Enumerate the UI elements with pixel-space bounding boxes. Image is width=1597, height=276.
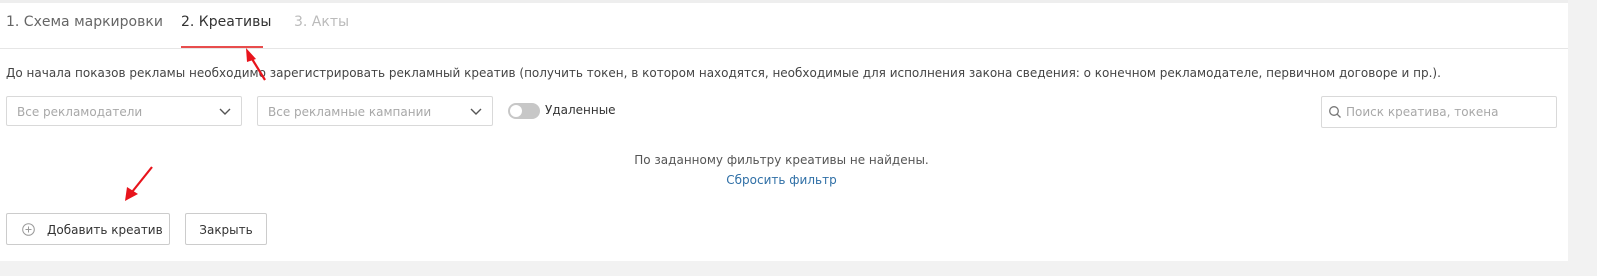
search-icon <box>1329 106 1341 118</box>
chevron-down-icon <box>219 108 231 115</box>
campaigns-select[interactable]: Все рекламные кампании <box>257 96 493 126</box>
close-button[interactable]: Закрыть <box>185 213 267 245</box>
creatives-panel: 1. Схема маркировки 2. Креативы 3. Акты … <box>0 0 1568 261</box>
advertisers-select-value: Все рекламодатели <box>17 105 143 119</box>
toggle-knob <box>510 105 522 117</box>
tab-bar: 1. Схема маркировки 2. Креативы 3. Акты <box>0 0 1568 49</box>
close-label: Закрыть <box>199 223 253 237</box>
annotation-arrow-add <box>125 166 153 201</box>
advertisers-select[interactable]: Все рекламодатели <box>6 96 242 126</box>
add-creative-label: Добавить креатив <box>47 223 163 237</box>
search-input[interactable] <box>1346 103 1546 121</box>
deleted-toggle[interactable] <box>508 103 540 119</box>
reset-filter-link[interactable]: Сбросить фильтр <box>726 173 836 187</box>
empty-state-message: По заданному фильтру креативы не найдены… <box>634 153 929 167</box>
deleted-toggle-label: Удаленные <box>545 103 616 117</box>
campaigns-select-value: Все рекламные кампании <box>268 105 432 119</box>
tab-marking-scheme[interactable]: 1. Схема маркировки <box>6 14 163 30</box>
reset-filter-row: Сбросить фильтр <box>0 173 1563 187</box>
info-text: До начала показов рекламы необходимо зар… <box>6 66 1441 80</box>
annotation-arrow-tab <box>246 48 266 81</box>
search-box <box>1321 96 1557 128</box>
add-creative-button[interactable]: Добавить креатив <box>6 213 170 245</box>
plus-circle-icon <box>22 223 35 236</box>
chevron-down-icon <box>470 108 482 115</box>
tab-acts[interactable]: 3. Акты <box>294 14 349 30</box>
tab-creatives[interactable]: 2. Креативы <box>181 14 271 30</box>
